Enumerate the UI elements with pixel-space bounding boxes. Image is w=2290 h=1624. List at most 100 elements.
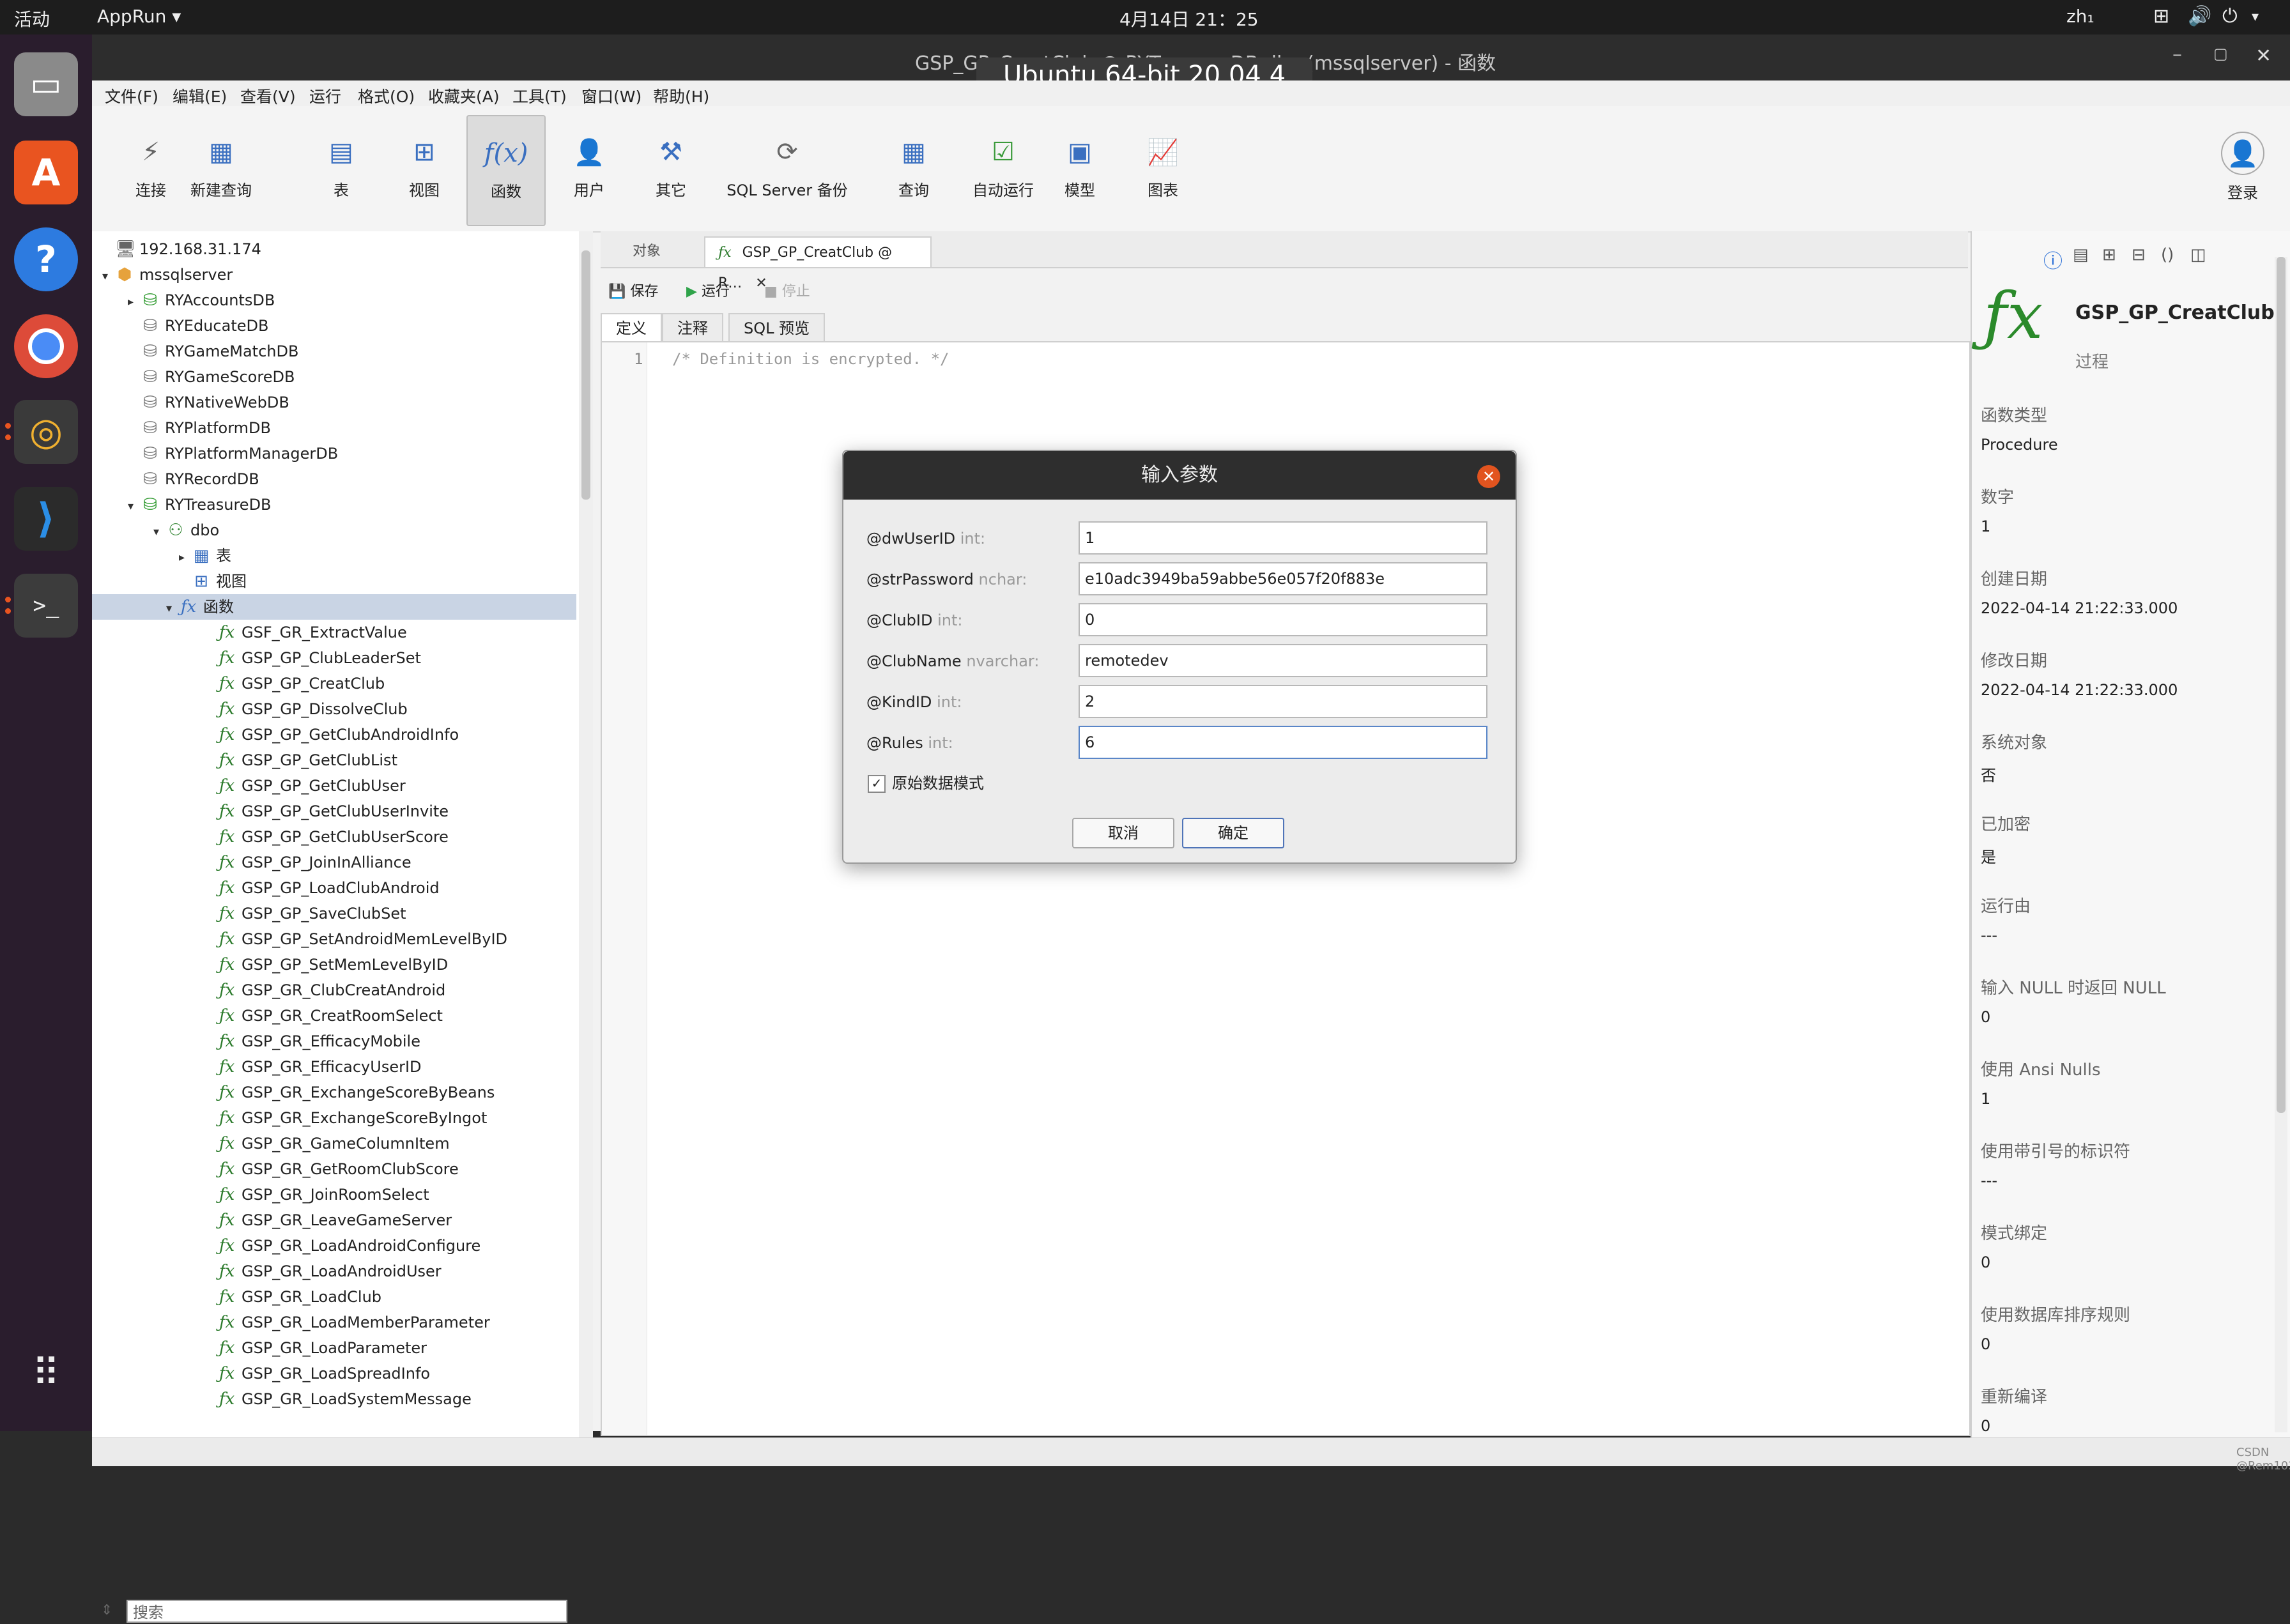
function-node[interactable]: ƒx GSP_GR_ExchangeScoreByIngot — [204, 1105, 488, 1131]
function-node[interactable]: ƒx GSP_GR_LoadMemberParameter — [204, 1310, 490, 1335]
server-node[interactable]: ▾ ⬢ mssqlserver — [102, 262, 233, 287]
sql-server-backup-button[interactable]: ⟳ SQL Server 备份 — [711, 115, 864, 224]
database-node[interactable]: ⛁ RYPlatformDB — [128, 415, 271, 441]
save-button[interactable]: 💾 保存 — [608, 280, 658, 300]
other-button[interactable]: ⚒ 其它 — [633, 115, 709, 224]
views-folder[interactable]: ⊞ 视图 — [179, 569, 247, 594]
function-node[interactable]: ƒx GSP_GP_JoinInAlliance — [204, 850, 411, 875]
connect-button[interactable]: ⚡ 连接 — [112, 115, 189, 224]
function-node[interactable]: ƒx GSP_GR_EfficacyMobile — [204, 1029, 420, 1054]
schema-node[interactable]: ▾ ⚇ dbo — [153, 517, 219, 543]
ok-button[interactable]: 确定 — [1182, 818, 1284, 848]
function-node[interactable]: ƒx GSP_GR_GetRoomClubScore — [204, 1156, 459, 1182]
expand-toggle-icon[interactable]: ▸ — [179, 545, 192, 571]
function-node[interactable]: ƒx GSP_GR_LoadSpreadInfo — [204, 1361, 430, 1386]
terminal-icon[interactable]: >_ — [14, 574, 78, 638]
tab-objects[interactable]: 对象 — [620, 236, 673, 267]
menu-run[interactable]: 运行 — [309, 84, 341, 107]
filter-icon[interactable]: ⇕ — [101, 1602, 112, 1618]
tables-folder[interactable]: ▸ ▦ 表 — [179, 543, 231, 569]
server-ip-node[interactable]: 🖥 192.168.31.174 — [102, 236, 261, 262]
dialog-close-icon[interactable]: ✕ — [1477, 465, 1500, 488]
database-node[interactable]: ⛁ RYGameMatchDB — [128, 339, 298, 364]
function-node[interactable]: ƒx GSP_GR_LoadClub — [204, 1284, 381, 1310]
function-node[interactable]: ƒx GSP_GR_JoinRoomSelect — [204, 1182, 429, 1207]
input-method-indicator[interactable]: zh₁ — [2066, 6, 2094, 27]
view-button[interactable]: ⊞ 视图 — [386, 115, 463, 224]
function-node[interactable]: ƒx GSP_GR_ExchangeScoreByBeans — [204, 1080, 495, 1105]
model-button[interactable]: ▣ 模型 — [1041, 115, 1118, 224]
function-node[interactable]: ƒx GSP_GR_LoadAndroidUser — [204, 1259, 442, 1284]
activities-button[interactable]: 活动 — [14, 6, 50, 31]
chrome-icon[interactable] — [14, 314, 78, 378]
function-node[interactable]: ƒx GSP_GR_CreatRoomSelect — [204, 1003, 443, 1029]
info-icon[interactable]: ⓘ — [2043, 245, 2063, 273]
function-node[interactable]: ƒx GSP_GP_GetClubUserInvite — [204, 799, 449, 824]
info-scrollbar[interactable] — [2275, 257, 2287, 1432]
database-node[interactable]: ▾ ⛁ RYTreasureDB — [128, 492, 272, 517]
menu-file[interactable]: 文件(F) — [105, 84, 158, 107]
new-query-button[interactable]: ▦ 新建查询 — [183, 115, 259, 224]
user-button[interactable]: 👤 用户 — [551, 115, 627, 224]
vscode-icon[interactable]: ⟩ — [14, 487, 78, 551]
tab-function-editor[interactable]: ƒx GSP_GP_CreatClub @ R… ✕ — [704, 236, 932, 291]
menu-help[interactable]: 帮助(H) — [653, 84, 709, 107]
function-node[interactable]: ƒx GSP_GR_LoadSystemMessage — [204, 1386, 472, 1412]
function-node[interactable]: ƒx GSP_GR_ClubCreatAndroid — [204, 977, 445, 1003]
parameter-value-input[interactable]: 0 — [1079, 603, 1487, 636]
function-node[interactable]: ƒx GSP_GR_LoadAndroidConfigure — [204, 1233, 480, 1259]
login-button[interactable]: 👤 登录 — [2204, 115, 2281, 224]
object-tree[interactable]: 🖥 192.168.31.174 ▾ ⬢ mssqlserver ▸ ⛁ RYAccounts… — [92, 231, 580, 1623]
database-node[interactable]: ▸ ⛁ RYAccountsDB — [128, 287, 275, 313]
auto-run-button[interactable]: ☑ 自动运行 — [958, 115, 1048, 224]
raw-data-mode-checkbox[interactable]: ✓ 原始数据模式 — [868, 770, 984, 793]
function-node[interactable]: ƒx GSP_GP_ClubLeaderSet — [204, 645, 421, 671]
function-button[interactable]: f(x) 函数 — [466, 115, 546, 226]
window-titlebar[interactable]: GSP_GP_CreatClub @ RYTreasureDB.dbo (mss… — [92, 34, 2290, 93]
menu-edit[interactable]: 编辑(E) — [173, 84, 227, 107]
expand-toggle-icon[interactable]: ▸ — [128, 289, 141, 315]
app-menu[interactable]: AppRun ▾ — [97, 6, 181, 27]
close-window-icon[interactable]: ✕ — [2255, 45, 2271, 67]
function-node[interactable]: ƒx GSF_GR_ExtractValue — [204, 620, 407, 645]
function-node[interactable]: ƒx GSP_GP_GetClubUser — [204, 773, 406, 799]
parameter-value-input[interactable]: 2 — [1079, 685, 1487, 718]
query-button[interactable]: ▦ 查询 — [875, 115, 952, 224]
network-icon[interactable]: ⊞ — [2153, 5, 2169, 27]
parameter-value-input[interactable]: remotedev — [1079, 644, 1487, 677]
functions-folder[interactable]: ▾ ƒx 函数 — [92, 594, 576, 620]
navicat-icon[interactable]: ◎ — [14, 400, 78, 464]
parameter-value-input[interactable]: 1 — [1079, 521, 1487, 555]
tab-comment[interactable]: 注释 — [662, 313, 723, 342]
function-node[interactable]: ƒx GSP_GP_SetAndroidMemLevelByID — [204, 926, 507, 952]
function-node[interactable]: ƒx GSP_GP_SetMemLevelByID — [204, 952, 448, 977]
database-node[interactable]: ⛁ RYPlatformManagerDB — [128, 441, 338, 466]
run-button[interactable]: ▶ 运行 — [686, 280, 730, 300]
tab-definition[interactable]: 定义 — [601, 313, 662, 342]
tab-sql-preview[interactable]: SQL 预览 — [728, 313, 826, 342]
function-node[interactable]: ƒx GSP_GP_CreatClub — [204, 671, 385, 696]
bracket-icon[interactable]: () — [2161, 245, 2174, 264]
chevron-down-icon[interactable]: ▾ — [2252, 9, 2259, 25]
database-node[interactable]: ⛁ RYNativeWebDB — [128, 390, 289, 415]
expand-toggle-icon[interactable]: ▾ — [128, 494, 141, 519]
menu-format[interactable]: 格式(O) — [358, 84, 415, 107]
function-node[interactable]: ƒx GSP_GP_LoadClubAndroid — [204, 875, 440, 901]
function-node[interactable]: ƒx GSP_GR_LoadParameter — [204, 1335, 427, 1361]
ddl-icon[interactable]: ▤ — [2073, 245, 2089, 264]
function-node[interactable]: ƒx GSP_GR_GameColumnItem — [204, 1131, 450, 1156]
chart-button[interactable]: 📈 图表 — [1125, 115, 1201, 224]
tree-scrollbar[interactable] — [579, 231, 593, 1437]
expand-toggle-icon[interactable]: ▾ — [102, 264, 115, 289]
database-node[interactable]: ⛁ RYRecordDB — [128, 466, 259, 492]
clock[interactable]: 4月14日 21：25 — [1119, 6, 1259, 31]
function-node[interactable]: ƒx GSP_GP_GetClubList — [204, 747, 397, 773]
software-center-icon[interactable]: A — [14, 141, 78, 204]
function-node[interactable]: ƒx GSP_GP_DissolveClub — [204, 696, 408, 722]
usage-icon[interactable]: ⊟ — [2132, 245, 2146, 264]
function-node[interactable]: ƒx GSP_GP_GetClubAndroidInfo — [204, 722, 459, 747]
expand-toggle-icon[interactable]: ▾ — [153, 519, 166, 545]
stop-button[interactable]: ■ 停止 — [764, 280, 810, 300]
cancel-button[interactable]: 取消 — [1072, 818, 1174, 848]
menu-window[interactable]: 窗口(W) — [581, 84, 642, 107]
